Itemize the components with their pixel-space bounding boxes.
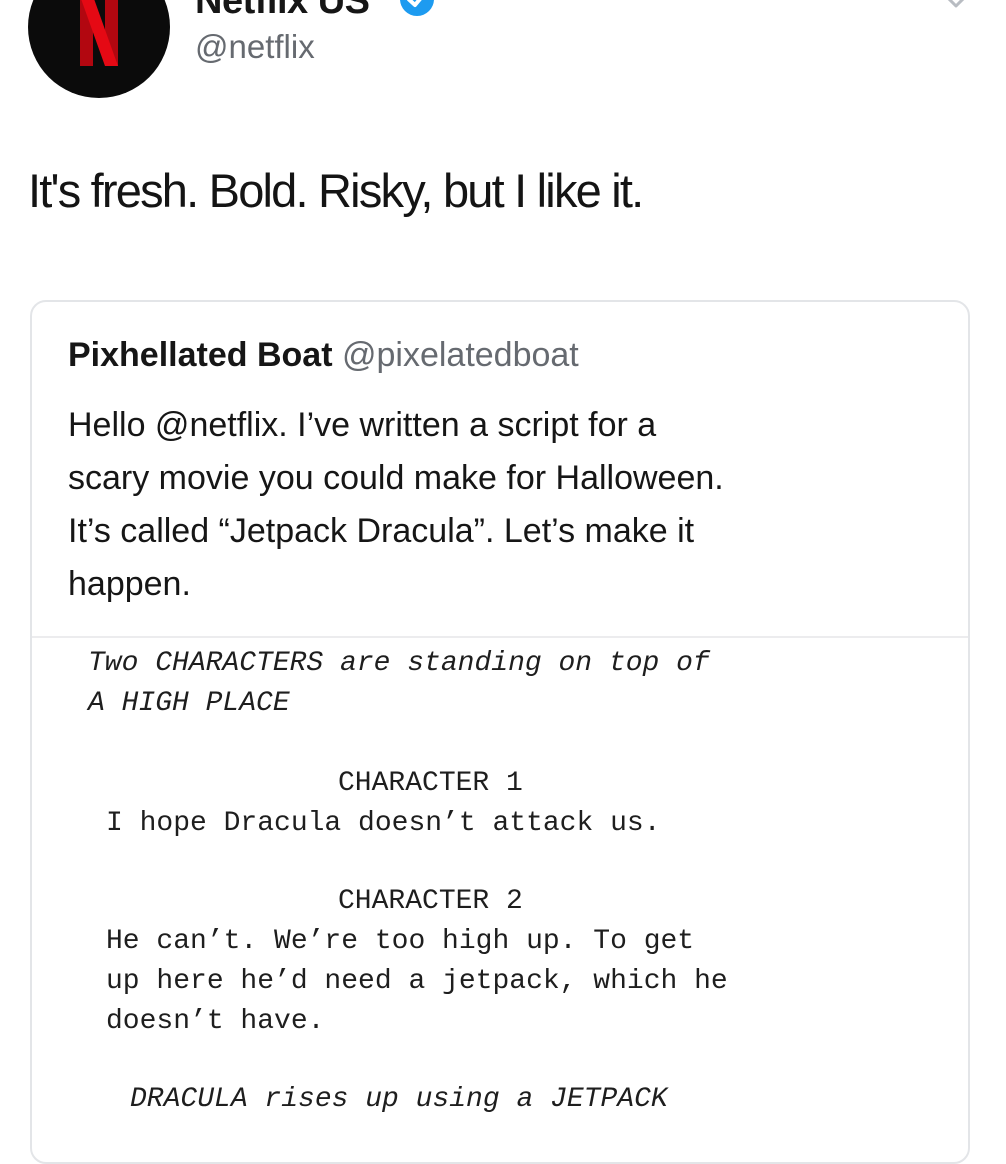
author-handle[interactable]: @netflix [195, 28, 315, 66]
quoted-author-handle: @pixelatedboat [341, 336, 579, 374]
quoted-tweet-text: Hello @netflix. I’ve written a script fo… [68, 399, 948, 611]
quoted-author-name: Pixhellated Boat [68, 336, 333, 374]
script-action-line: Two CHARACTERS are standing on top of [88, 648, 710, 679]
script-dialogue-line: He can’t. We’re too high up. To get [106, 926, 695, 957]
tweet-text: It's fresh. Bold. Risky, but I like it. [28, 164, 644, 217]
verified-badge-icon [400, 0, 434, 16]
netflix-logo-icon [80, 0, 118, 66]
script-dialogue-line: I hope Dracula doesn’t attack us. [106, 808, 661, 839]
script-action-line: DRACULA rises up using a JETPACK [130, 1084, 668, 1115]
script-character-name: CHARACTER 2 [338, 886, 523, 917]
script-image: Two CHARACTERS are standing on top of A … [32, 638, 968, 1162]
script-dialogue-line: doesn’t have. [106, 1006, 325, 1037]
quoted-text-line: scary movie you could make for Halloween… [68, 459, 724, 497]
script-character-name: CHARACTER 1 [338, 768, 523, 799]
chevron-down-icon[interactable] [936, 0, 976, 12]
quoted-tweet-card[interactable]: Pixhellated Boat @pixelatedboat Hello @n… [30, 300, 970, 1164]
script-action-line: A HIGH PLACE [88, 688, 290, 719]
quoted-tweet-header: Pixhellated Boat @pixelatedboat [68, 336, 579, 375]
author-display-name[interactable]: Netflix US [195, 0, 370, 23]
quoted-text-line: happen. [68, 565, 191, 603]
avatar[interactable] [28, 0, 170, 98]
script-dialogue-line: up here he’d need a jetpack, which he [106, 966, 728, 997]
quoted-text-line: It’s called “Jetpack Dracula”. Let’s mak… [68, 512, 695, 550]
quoted-text-line: Hello @netflix. I’ve written a script fo… [68, 406, 657, 444]
